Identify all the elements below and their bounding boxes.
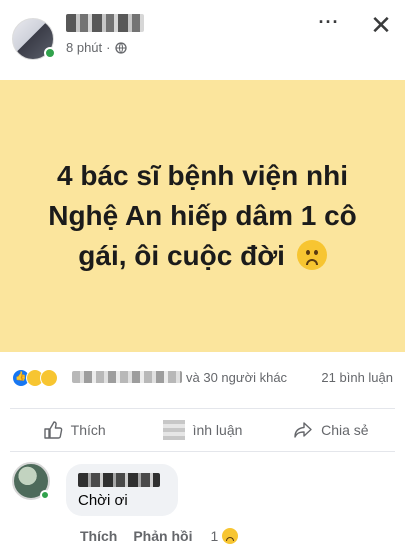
post-text-wrapper: 4 bác sĩ bệnh viện nhi Nghệ An hiếp dâm … xyxy=(38,156,368,276)
like-label: Thích xyxy=(70,422,106,438)
comment-icon xyxy=(162,420,185,440)
comment-like-button[interactable]: Thích xyxy=(80,528,117,544)
sad-reaction-icon xyxy=(40,369,58,387)
comment-actions: Thích Phản hồi 1 xyxy=(80,528,239,544)
others-reacted[interactable]: và 30 người khác xyxy=(186,370,287,385)
action-bar: Thích ình luận Chia sẻ xyxy=(10,408,395,452)
share-button[interactable]: Chia sẻ xyxy=(267,409,395,451)
comment-bubble[interactable]: Chời ơi xyxy=(66,464,178,516)
comment-label: ình luận xyxy=(192,422,243,438)
sad-face-icon xyxy=(296,240,327,270)
close-icon[interactable]: ✕ xyxy=(366,10,396,40)
globe-icon[interactable] xyxy=(114,41,127,54)
online-status-dot xyxy=(44,47,56,59)
post-text-card[interactable]: 4 bác sĩ bệnh viện nhi Nghệ An hiếp dâm … xyxy=(0,80,405,352)
share-icon xyxy=(294,422,312,438)
reaction-summary[interactable] xyxy=(12,369,66,387)
comment-reply-button[interactable]: Phản hồi xyxy=(133,528,192,544)
meta-separator: · xyxy=(106,40,111,55)
commenter-online-dot xyxy=(40,490,50,500)
post-header: 8 phút · ··· ✕ xyxy=(0,0,405,80)
commenter-name-blurred[interactable] xyxy=(78,473,160,487)
reactor-names-blurred[interactable] xyxy=(72,371,182,383)
comment-reaction-count: 1 xyxy=(210,528,219,544)
post-meta: 8 phút · xyxy=(66,40,127,55)
author-name-blurred[interactable] xyxy=(66,14,144,32)
sad-reaction-icon xyxy=(222,528,239,544)
thumbs-up-icon xyxy=(43,421,62,439)
comment-button[interactable]: ình luận xyxy=(138,409,266,451)
like-button[interactable]: Thích xyxy=(10,409,138,451)
post-stats: và 30 người khác 21 bình luận xyxy=(0,360,405,396)
comment-reaction-summary[interactable]: 1 xyxy=(210,528,239,544)
more-horizontal-icon[interactable]: ··· xyxy=(316,13,342,36)
share-label: Chia sẻ xyxy=(321,422,369,438)
post-time[interactable]: 8 phút xyxy=(66,40,102,55)
comment-text: Chời ơi xyxy=(78,492,128,509)
comments-count[interactable]: 21 bình luận xyxy=(321,370,393,385)
